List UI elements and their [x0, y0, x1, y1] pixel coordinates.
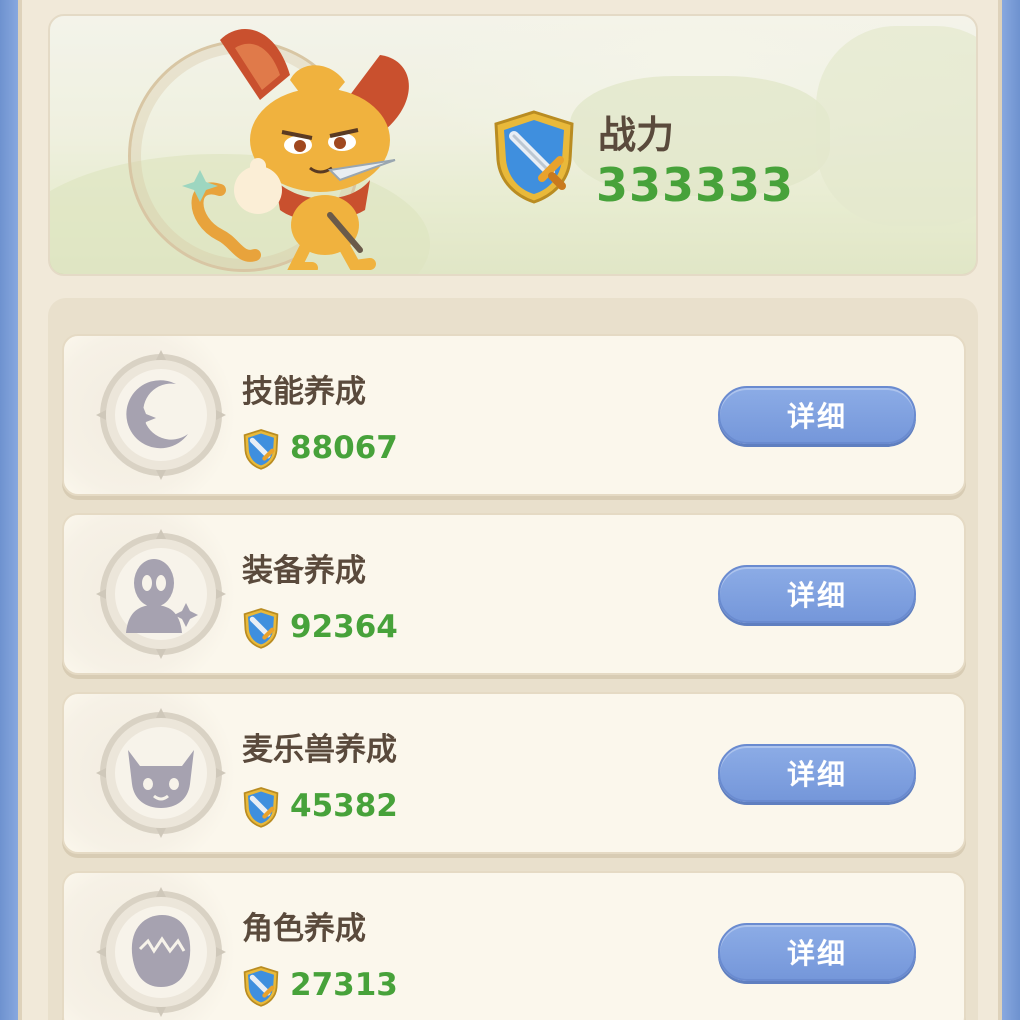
card-title: 麦乐兽养成 [242, 732, 397, 768]
card-score: 27313 [290, 967, 398, 1003]
detail-button[interactable]: 详细 [718, 923, 916, 981]
card-title: 技能养成 [242, 374, 366, 410]
frame-left-border [0, 0, 18, 1020]
sword-shield-icon [243, 429, 279, 470]
mascot-cat-image [182, 29, 409, 270]
card-score: 45382 [290, 788, 398, 824]
detail-button[interactable]: 详细 [718, 744, 916, 802]
card-score: 92364 [290, 609, 398, 645]
power-panel: 战力 333333 技能养成 88067 详细 装备养成 92364 详细 麦乐… [18, 0, 1002, 1020]
card-score: 88067 [290, 430, 398, 466]
sword-shield-icon [243, 787, 279, 828]
list-item-pet: 麦乐兽养成 45382 详细 [62, 692, 966, 854]
detail-button[interactable]: 详细 [718, 386, 916, 444]
card-title: 装备养成 [242, 553, 366, 589]
list-item-character: 角色养成 27313 详细 [62, 871, 966, 1020]
sword-shield-icon [243, 608, 279, 649]
power-title: 战力 [598, 113, 675, 157]
sword-shield-icon [243, 966, 279, 1007]
frame-right-border [1002, 0, 1020, 1020]
alien-sparkle-icon [96, 529, 226, 659]
card-title: 角色养成 [242, 911, 366, 947]
detail-button[interactable]: 详细 [718, 565, 916, 623]
list-item-skill: 技能养成 88067 详细 [62, 334, 966, 496]
sword-shield-icon [494, 110, 574, 204]
power-value: 333333 [596, 158, 795, 212]
power-banner: 战力 333333 [48, 14, 978, 276]
hair-head-icon [96, 887, 226, 1017]
cat-face-icon [96, 708, 226, 838]
list-item-equipment: 装备养成 92364 详细 [62, 513, 966, 675]
moon-star-icon [96, 350, 226, 480]
